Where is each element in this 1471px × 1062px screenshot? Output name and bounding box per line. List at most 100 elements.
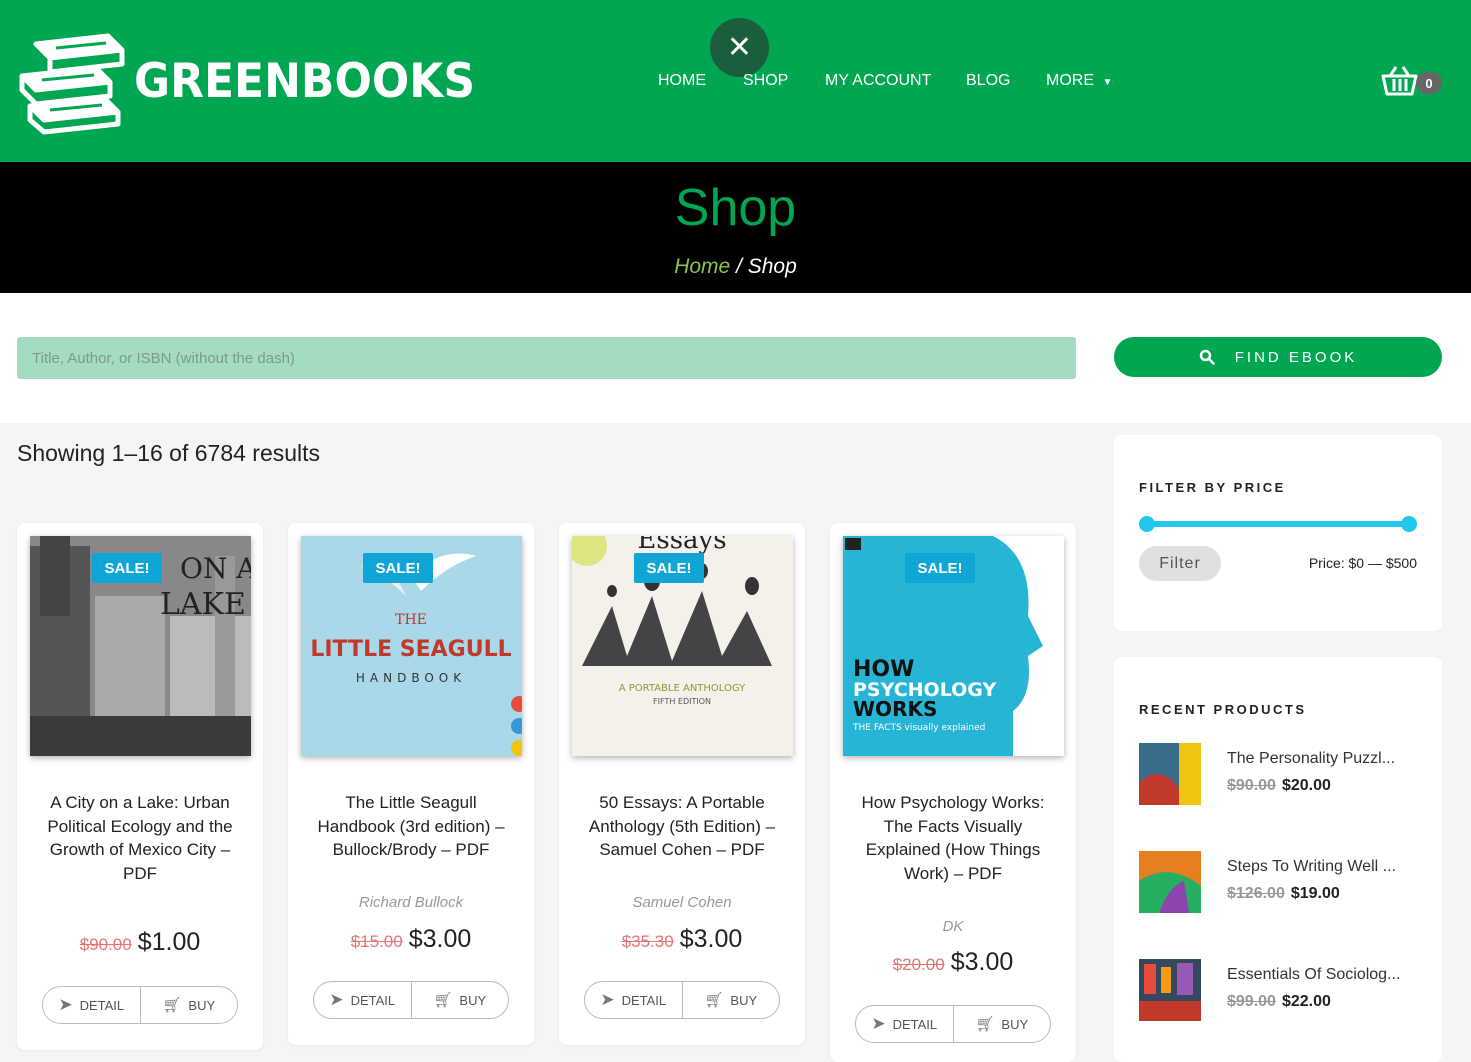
product-actions: ➤ DETAIL 🛒︎ BUY <box>42 986 238 1024</box>
paper-plane-icon: ➤ <box>600 990 615 1009</box>
product-title[interactable]: 50 Essays: A Portable Anthology (5th Edi… <box>579 791 785 862</box>
product-price: $35.30 $3.00 <box>559 925 805 954</box>
sale-price: $3.00 <box>679 925 743 953</box>
writing-cover-thumb <box>1139 851 1201 913</box>
sale-price: $3.00 <box>950 948 1014 976</box>
price-slider-min-handle[interactable] <box>1139 516 1155 532</box>
cover-text: THE <box>395 612 427 628</box>
sociology-cover-thumb <box>1139 959 1201 1021</box>
buy-button[interactable]: 🛒︎ BUY <box>681 982 780 1018</box>
sale-price: $1.00 <box>137 928 201 956</box>
recent-product-thumb[interactable] <box>1139 743 1201 805</box>
cart-count-badge: 0 <box>1416 72 1442 94</box>
close-menu-button[interactable]: ✕ <box>710 18 769 77</box>
sale-price: $19.00 <box>1290 885 1340 902</box>
old-price: $126.00 <box>1227 885 1285 902</box>
cover-text: FIFTH EDITION <box>653 697 711 706</box>
recent-products-title: RECENT PRODUCTS <box>1139 702 1307 717</box>
paper-plane-icon: ➤ <box>58 995 73 1014</box>
price-range-text: Price: $0 — $500 <box>1308 555 1417 571</box>
cover-text: WORKS <box>853 697 937 721</box>
breadcrumb-home-link[interactable]: Home <box>674 255 730 278</box>
recent-product-name[interactable]: Steps To Writing Well ... <box>1227 858 1396 876</box>
nav-blog[interactable]: BLOG <box>966 72 1010 90</box>
buy-label: BUY <box>730 992 758 1008</box>
page-title: Shop <box>674 179 797 237</box>
puzzle-cover-thumb <box>1139 743 1201 805</box>
nav-home[interactable]: HOME <box>658 72 706 90</box>
product-title[interactable]: How Psychology Works: The Facts Visually… <box>850 791 1056 885</box>
buy-label: BUY <box>459 992 487 1008</box>
product-card: ON A LAKE SALE! A City on a Lake: Urban … <box>17 523 263 1050</box>
nav-my-account[interactable]: MY ACCOUNT <box>825 72 931 90</box>
paper-plane-icon: ➤ <box>871 1014 886 1033</box>
buy-label: BUY <box>1001 1016 1029 1032</box>
old-price: $99.00 <box>1227 993 1276 1010</box>
brand-name: GREENBOOKS <box>134 54 476 110</box>
nav-shop[interactable]: SHOP <box>743 72 788 90</box>
breadcrumb-current: Shop <box>747 255 797 278</box>
buy-button[interactable]: 🛒︎ BUY <box>952 1006 1051 1042</box>
filter-widget: FILTER BY PRICE <box>1114 435 1442 631</box>
search-input[interactable] <box>17 337 1076 379</box>
recent-product-price: $90.00 $20.00 <box>1227 777 1331 795</box>
filter-button[interactable]: Filter <box>1139 546 1221 581</box>
breadcrumb-separator: / <box>730 255 748 278</box>
detail-button[interactable]: ➤ DETAIL <box>314 982 411 1018</box>
filter-title: FILTER BY PRICE <box>1139 480 1286 495</box>
old-price: $15.00 <box>350 932 403 951</box>
product-title[interactable]: A City on a Lake: Urban Political Ecolog… <box>37 791 243 885</box>
recent-product-thumb[interactable] <box>1139 959 1201 1021</box>
recent-product-price: $99.00 $22.00 <box>1227 993 1331 1011</box>
old-price: $35.30 <box>621 932 674 951</box>
sale-badge: SALE! <box>363 553 433 583</box>
buy-label: BUY <box>188 997 216 1013</box>
site-header: GREENBOOKS ✕ HOME SHOP MY ACCOUNT BLOG M… <box>0 0 1471 162</box>
books-stack-icon <box>19 33 125 135</box>
product-price: $15.00 $3.00 <box>288 925 534 954</box>
product-price: $90.00 $1.00 <box>17 928 263 957</box>
cart-icon: 🛒︎ <box>975 1016 995 1033</box>
cover-text: LITTLE SEAGULL <box>310 637 511 662</box>
find-ebook-button[interactable]: FIND EBOOK <box>1114 337 1442 377</box>
detail-button[interactable]: ➤ DETAIL <box>43 987 140 1023</box>
cover-text: ON A <box>180 552 251 585</box>
old-price: $90.00 <box>79 935 132 954</box>
recent-product-name[interactable]: Essentials Of Sociolog... <box>1227 966 1400 984</box>
breadcrumb: Home / Shop <box>0 255 1471 279</box>
price-slider-max-handle[interactable] <box>1401 516 1417 532</box>
detail-label: DETAIL <box>350 992 396 1008</box>
detail-button[interactable]: ➤ DETAIL <box>585 982 682 1018</box>
site-logo[interactable]: GREENBOOKS <box>16 32 475 136</box>
search-icon <box>1199 349 1215 365</box>
buy-button[interactable]: 🛒︎ BUY <box>410 982 509 1018</box>
detail-button[interactable]: ➤ DETAIL <box>856 1006 953 1042</box>
cover-text: LAKE <box>160 587 246 622</box>
old-price: $20.00 <box>892 955 945 974</box>
product-author: Samuel Cohen <box>632 894 732 911</box>
recent-product-thumb[interactable] <box>1139 851 1201 913</box>
old-price: $90.00 <box>1227 777 1276 794</box>
product-card: THE LITTLE SEAGULL HANDBOOK SALE! The Li… <box>288 523 534 1045</box>
price-slider-track[interactable] <box>1147 521 1409 527</box>
product-author: Richard Bullock <box>358 894 464 911</box>
buy-button[interactable]: 🛒︎ BUY <box>139 987 238 1023</box>
nav-more[interactable]: MORE ▼ <box>1046 72 1112 90</box>
product-title[interactable]: The Little Seagull Handbook (3rd edition… <box>308 791 514 862</box>
cover-text: HANDBOOK <box>356 671 466 685</box>
product-card: Essays A PORTABLE ANTHOLOGY FIFTH EDITIO… <box>559 523 805 1045</box>
sale-badge: SALE! <box>92 553 162 583</box>
product-actions: ➤ DETAIL 🛒︎ BUY <box>313 981 509 1019</box>
product-card: HOW PSYCHOLOGY WORKS THE FACTS visually … <box>830 523 1076 1062</box>
cart-icon: 🛒︎ <box>162 997 182 1014</box>
cart-icon: 🛒︎ <box>433 992 453 1009</box>
detail-label: DETAIL <box>892 1016 938 1032</box>
results-count: Showing 1–16 of 6784 results <box>17 440 321 466</box>
cover-text: THE FACTS visually explained <box>852 723 985 733</box>
recent-product-name[interactable]: The Personality Puzzl... <box>1227 750 1395 768</box>
paper-plane-icon: ➤ <box>329 990 344 1009</box>
cover-text: A PORTABLE ANTHOLOGY <box>619 683 746 694</box>
product-actions: ➤ DETAIL 🛒︎ BUY <box>584 981 780 1019</box>
sale-price: $20.00 <box>1281 777 1331 794</box>
sale-price: $3.00 <box>408 925 472 953</box>
